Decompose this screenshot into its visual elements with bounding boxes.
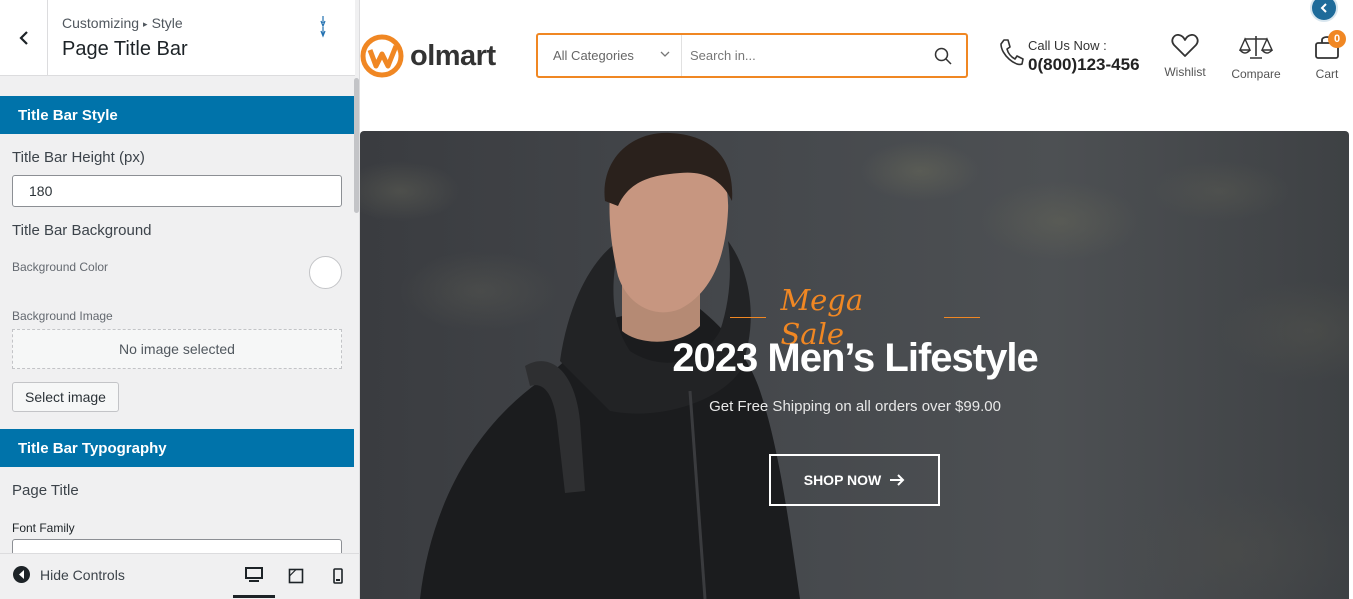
section-title-bar-style[interactable]: Title Bar Style [0, 96, 354, 134]
tablet-preview-button[interactable] [284, 564, 308, 588]
cart-link[interactable]: 0 Cart [1310, 30, 1346, 81]
compare-link[interactable]: Compare [1226, 34, 1286, 81]
hide-controls-button[interactable]: Hide Controls [13, 566, 125, 583]
select-image-button[interactable]: Select image [12, 382, 119, 412]
search-input[interactable]: Search in... [690, 48, 756, 63]
cart-label: Cart [1315, 67, 1339, 81]
call-label: Call Us Now : [1028, 38, 1107, 53]
hero-title: 2023 Men’s Lifestyle [672, 336, 1038, 380]
sidebar-scrollbar-thumb[interactable] [354, 78, 359, 213]
heart-icon [1171, 34, 1199, 57]
customizer-sidebar: Customizing ▸ Style Page Title Bar Title B… [0, 0, 360, 599]
font-family-label: Font Family [12, 521, 75, 535]
section-title-bar-typography[interactable]: Title Bar Typography [0, 429, 354, 467]
chevron-down-icon [660, 51, 670, 57]
cart-count-badge: 0 [1328, 30, 1346, 48]
height-input[interactable]: 180 [12, 175, 342, 207]
chevron-left-icon [1320, 3, 1327, 13]
back-button[interactable] [0, 0, 48, 75]
customizer-footer: Hide Controls [0, 553, 359, 599]
breadcrumb-prefix: Customizing [62, 15, 140, 31]
phone-number[interactable]: 0(800)123-456 [1028, 55, 1140, 75]
search-icon[interactable] [934, 47, 952, 65]
site-preview: olmart All Categories Search in... Call … [360, 0, 1353, 599]
wolmart-logo-icon [360, 34, 404, 78]
shop-now-button[interactable]: SHOP NOW [769, 454, 940, 506]
breadcrumb-arrow-icon: ▸ [143, 19, 148, 29]
breadcrumb: Customizing ▸ Style [62, 15, 183, 31]
hero-subtitle: Get Free Shipping on all orders over $99… [709, 398, 1001, 415]
phone-icon [1000, 39, 1024, 66]
tablet-icon [288, 568, 304, 584]
background-label: Title Bar Background [12, 222, 152, 239]
chevron-left-icon [18, 30, 28, 45]
wishlist-label: Wishlist [1164, 65, 1206, 79]
desktop-preview-button[interactable] [233, 564, 275, 598]
panel-title: Page Title Bar [62, 38, 188, 60]
hide-controls-label: Hide Controls [40, 566, 125, 583]
mobile-preview-button[interactable] [326, 564, 350, 588]
page-title-label: Page Title [12, 482, 79, 499]
collapse-icon [13, 566, 30, 583]
compare-label: Compare [1231, 67, 1281, 81]
customizer-header: Customizing ▸ Style Page Title Bar [0, 0, 355, 76]
help-icon[interactable] [316, 14, 330, 38]
height-label: Title Bar Height (px) [12, 149, 145, 166]
category-select-value: All Categories [553, 48, 634, 63]
search-bar: All Categories Search in... [536, 33, 968, 78]
shop-now-label: SHOP NOW [803, 472, 882, 488]
bg-color-picker[interactable] [309, 256, 342, 289]
breadcrumb-section: Style [151, 15, 183, 31]
mobile-icon [333, 568, 343, 584]
wishlist-link[interactable]: Wishlist [1162, 34, 1208, 79]
desktop-icon [245, 567, 263, 582]
logo-text: olmart [410, 39, 496, 72]
scroll-top-button[interactable] [1310, 0, 1338, 22]
bg-color-label: Background Color [12, 260, 109, 274]
bg-image-placeholder: No image selected [12, 329, 342, 369]
tagline-divider-left [730, 316, 767, 318]
compare-scale-icon [1238, 36, 1274, 59]
arrow-right-icon [890, 474, 905, 486]
tagline-divider-right [943, 316, 980, 318]
site-logo[interactable]: olmart [360, 34, 496, 78]
bg-image-label: Background Image [12, 309, 113, 323]
hero-banner: Mega Sale 2023 Men’s Lifestyle Get Free … [360, 131, 1349, 599]
